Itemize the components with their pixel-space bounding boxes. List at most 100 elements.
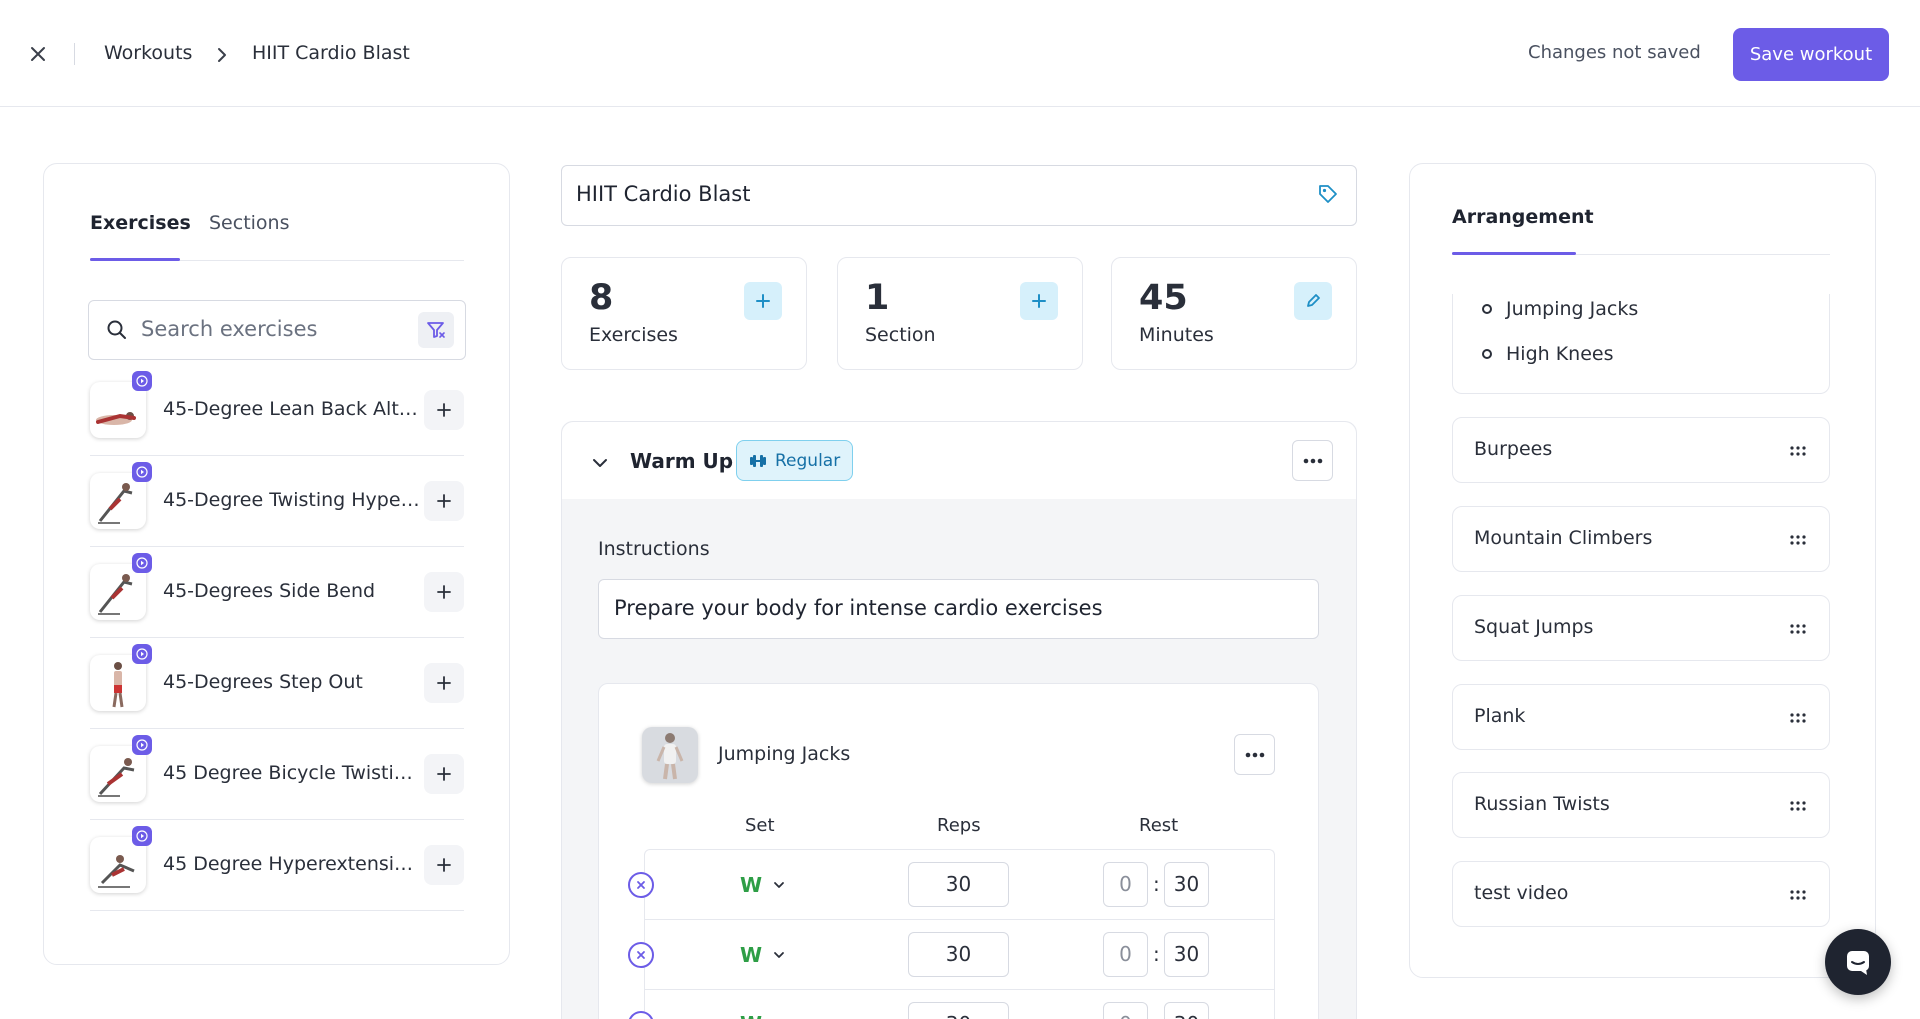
- stat-value: 8: [589, 278, 614, 318]
- exercise-list-item[interactable]: 45 Degree Hyperextension Knee Raise: [90, 820, 464, 911]
- instructions-label: Instructions: [598, 538, 710, 560]
- arrangement-item[interactable]: Squat Jumps: [1452, 595, 1830, 661]
- column-header-reps: Reps: [937, 815, 981, 836]
- exercise-more-button[interactable]: [1234, 734, 1275, 775]
- add-exercise-button[interactable]: [424, 754, 464, 794]
- more-icon: [1303, 458, 1322, 463]
- plus-icon: [437, 676, 451, 690]
- section-type-badge[interactable]: Regular: [736, 440, 853, 481]
- exercise-list-item[interactable]: 45-Degree Lean Back Alternating Knee Tuc…: [90, 365, 464, 456]
- chevron-right-icon: [212, 45, 232, 65]
- stat-value: 1: [865, 278, 890, 318]
- remove-set-button[interactable]: [628, 942, 654, 968]
- chevron-down-icon[interactable]: [589, 452, 611, 474]
- dumbbell-icon: [750, 454, 766, 467]
- arrangement-item[interactable]: Russian Twists: [1452, 772, 1830, 838]
- breadcrumb-workouts[interactable]: Workouts: [104, 42, 192, 64]
- chat-icon: [1847, 951, 1869, 975]
- save-status: Changes not saved: [1528, 42, 1701, 63]
- arrangement-item[interactable]: Mountain Climbers: [1452, 506, 1830, 572]
- rest-seconds-input[interactable]: 30: [1164, 1002, 1209, 1019]
- set-type-select[interactable]: W: [740, 943, 762, 967]
- tag-icon[interactable]: [1317, 183, 1339, 205]
- add-exercise-button[interactable]: [424, 481, 464, 521]
- filter-icon: [427, 322, 445, 338]
- reps-input[interactable]: 30: [908, 932, 1009, 977]
- play-icon[interactable]: [132, 371, 152, 391]
- exercise-card-name: Jumping Jacks: [718, 743, 851, 765]
- add-section-stat-button[interactable]: [1020, 282, 1058, 320]
- breadcrumb-current: HIIT Cardio Blast: [252, 42, 410, 64]
- arrangement-item[interactable]: Burpees: [1452, 417, 1830, 483]
- exercise-list-item[interactable]: 45-Degrees Step Out: [90, 638, 464, 729]
- pencil-icon: [1307, 294, 1320, 307]
- drag-handle-icon[interactable]: [1790, 446, 1806, 456]
- bullet-icon: [1482, 349, 1492, 359]
- plus-icon: [437, 403, 451, 417]
- drag-handle-icon[interactable]: [1790, 624, 1806, 634]
- rest-minutes-input[interactable]: 0: [1103, 932, 1148, 977]
- set-type-select[interactable]: W: [740, 1012, 762, 1019]
- stat-card-sections: 1 Section: [837, 257, 1083, 370]
- reps-input[interactable]: 30: [908, 862, 1009, 907]
- remove-set-button[interactable]: [628, 872, 654, 898]
- exercise-list-item[interactable]: 45-Degree Twisting Hyperextension: [90, 456, 464, 547]
- arrangement-item[interactable]: Plank: [1452, 684, 1830, 750]
- add-exercise-button[interactable]: [424, 663, 464, 703]
- rest-seconds-input[interactable]: 30: [1164, 862, 1209, 907]
- add-exercise-button[interactable]: [424, 390, 464, 430]
- add-exercise-button[interactable]: [424, 845, 464, 885]
- exercise-list-item[interactable]: 45 Degree Bicycle Twisting Hyperextensio…: [90, 729, 464, 820]
- add-exercise-button[interactable]: [424, 572, 464, 612]
- arrangement-item-label: Plank: [1474, 705, 1526, 727]
- plus-icon: [756, 294, 770, 308]
- drag-handle-icon[interactable]: [1790, 535, 1806, 545]
- play-icon[interactable]: [132, 644, 152, 664]
- stat-label: Minutes: [1139, 324, 1214, 346]
- stat-card-exercises: 8 Exercises: [561, 257, 807, 370]
- add-exercise-stat-button[interactable]: [744, 282, 782, 320]
- play-icon[interactable]: [132, 462, 152, 482]
- stat-label: Section: [865, 324, 936, 346]
- edit-minutes-button[interactable]: [1294, 282, 1332, 320]
- section-more-button[interactable]: [1292, 440, 1333, 481]
- exercise-name: 45-Degree Twisting Hyperextension: [163, 489, 423, 511]
- stat-value: 45: [1139, 278, 1188, 318]
- row-divider: [645, 919, 1274, 920]
- drag-handle-icon[interactable]: [1790, 713, 1806, 723]
- active-tab-indicator: [90, 258, 180, 261]
- set-type-select[interactable]: W: [740, 873, 762, 897]
- drag-handle-icon[interactable]: [1790, 801, 1806, 811]
- column-header-rest: Rest: [1139, 815, 1179, 836]
- close-icon: [637, 881, 645, 889]
- arrangement-subitem[interactable]: High Knees: [1506, 343, 1614, 365]
- rest-seconds-input[interactable]: 30: [1164, 932, 1209, 977]
- save-workout-button[interactable]: Save workout: [1733, 28, 1889, 81]
- tab-exercises[interactable]: Exercises: [90, 212, 191, 234]
- drag-handle-icon[interactable]: [1790, 890, 1806, 900]
- rest-minutes-input[interactable]: 0: [1103, 1002, 1148, 1019]
- search-placeholder: Search exercises: [141, 317, 318, 341]
- arrangement-item-label: Mountain Climbers: [1474, 527, 1653, 549]
- chat-launcher-button[interactable]: [1825, 929, 1891, 995]
- play-icon[interactable]: [132, 826, 152, 846]
- exercise-name: 45-Degrees Side Bend: [163, 580, 376, 602]
- rest-minutes-input[interactable]: 0: [1103, 862, 1148, 907]
- chevron-down-icon[interactable]: [771, 877, 787, 893]
- exercise-list-item[interactable]: 45-Degrees Side Bend: [90, 547, 464, 638]
- exercise-name: 45 Degree Hyperextension Knee Raise: [163, 853, 423, 875]
- play-icon[interactable]: [132, 553, 152, 573]
- plus-icon: [437, 858, 451, 872]
- tab-arrangement[interactable]: Arrangement: [1452, 206, 1594, 228]
- play-icon[interactable]: [132, 735, 152, 755]
- bullet-icon: [1482, 304, 1492, 314]
- tab-sections[interactable]: Sections: [209, 212, 290, 234]
- filter-button[interactable]: [418, 312, 454, 348]
- badge-label: Regular: [775, 450, 841, 471]
- reps-input[interactable]: 30: [908, 1002, 1009, 1019]
- close-icon[interactable]: [24, 40, 52, 68]
- exercise-name: 45-Degrees Step Out: [163, 671, 363, 693]
- arrangement-item[interactable]: test video: [1452, 861, 1830, 927]
- chevron-down-icon[interactable]: [771, 947, 787, 963]
- arrangement-subitem[interactable]: Jumping Jacks: [1506, 298, 1638, 320]
